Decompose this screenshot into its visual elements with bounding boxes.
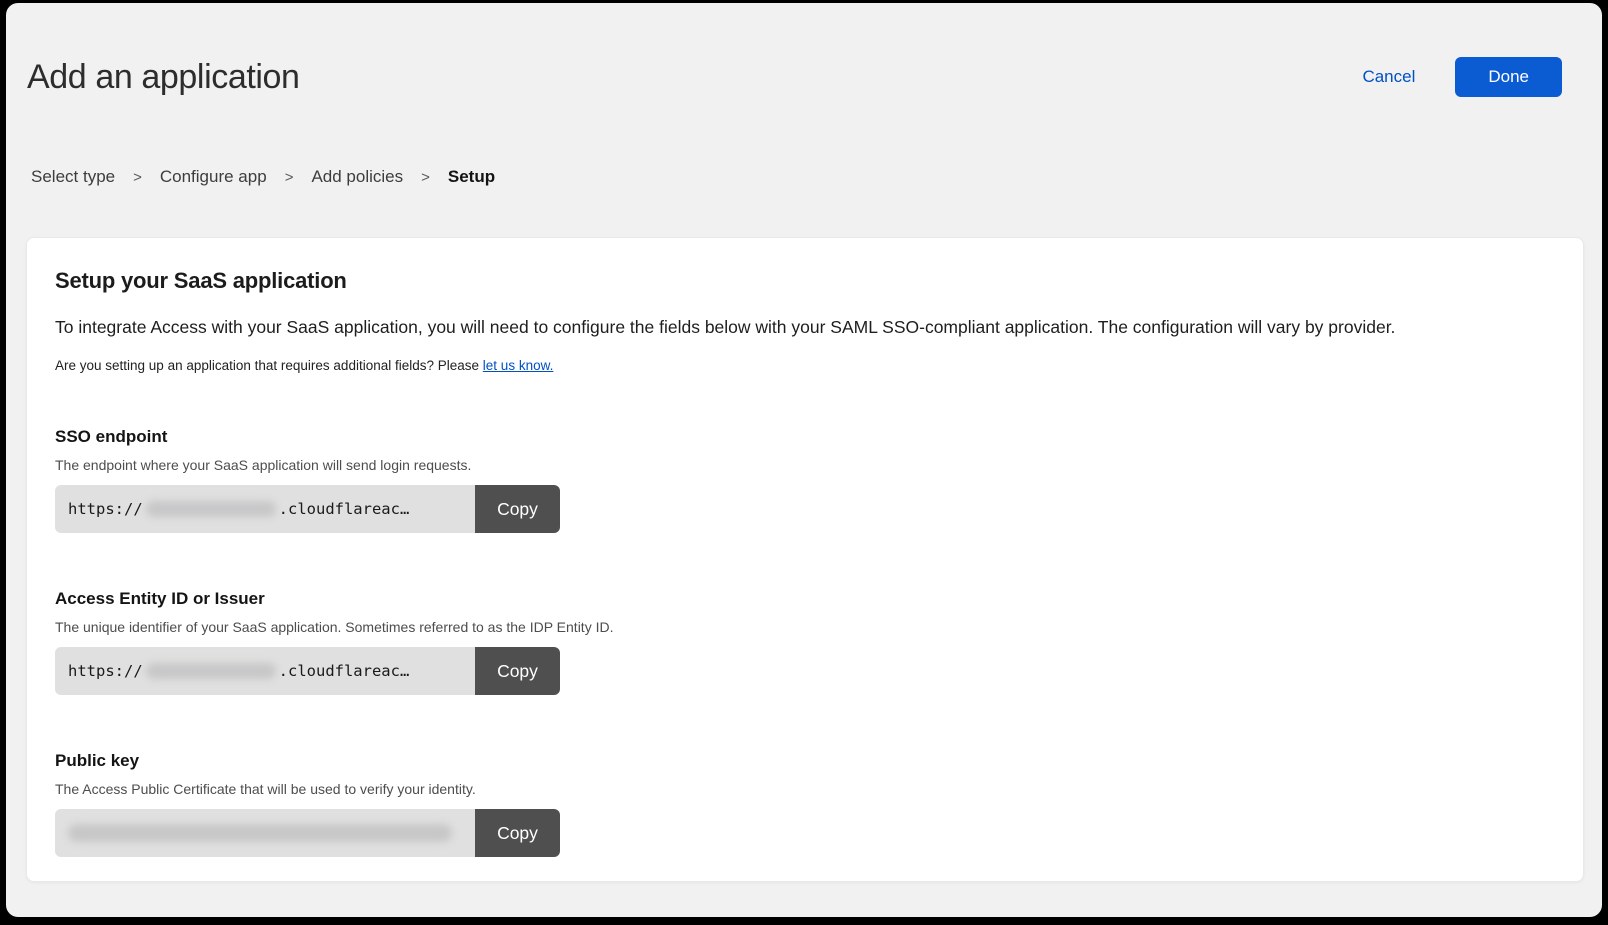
- sso-endpoint-description: The endpoint where your SaaS application…: [55, 457, 1555, 473]
- breadcrumb-separator: >: [421, 169, 430, 186]
- access-entity-id-value: https:// .cloudflareac…: [55, 647, 475, 695]
- sso-endpoint-value: https:// .cloudflareac…: [55, 485, 475, 533]
- redacted-value-blur: [146, 501, 276, 517]
- sso-endpoint-value-row: https:// .cloudflareac… Copy: [55, 485, 560, 533]
- breadcrumb: Select type > Configure app > Add polici…: [31, 167, 1602, 187]
- cancel-button[interactable]: Cancel: [1362, 67, 1415, 87]
- breadcrumb-step-add-policies[interactable]: Add policies: [311, 167, 403, 187]
- page-background: { "page": { "title": "Add an application…: [0, 0, 1608, 925]
- done-button[interactable]: Done: [1455, 57, 1562, 97]
- public-key-description: The Access Public Certificate that will …: [55, 781, 1555, 797]
- setup-card: Setup your SaaS application To integrate…: [26, 237, 1584, 882]
- dashboard-screen: Add an application Cancel Done Select ty…: [6, 3, 1602, 917]
- field-section-public-key: Public key The Access Public Certificate…: [55, 751, 1555, 857]
- sso-endpoint-copy-button[interactable]: Copy: [475, 485, 560, 533]
- card-note: Are you setting up an application that r…: [55, 358, 1555, 373]
- redacted-value-blur: [146, 663, 276, 679]
- sso-endpoint-value-prefix: https://: [68, 500, 143, 518]
- card-note-text: Are you setting up an application that r…: [55, 358, 479, 373]
- topbar-actions: Cancel Done: [1362, 57, 1562, 97]
- page-title: Add an application: [27, 58, 300, 97]
- access-entity-id-value-prefix: https://: [68, 662, 143, 680]
- sso-endpoint-label: SSO endpoint: [55, 427, 1555, 447]
- public-key-copy-button[interactable]: Copy: [475, 809, 560, 857]
- access-entity-id-value-suffix: .cloudflareac…: [279, 662, 410, 680]
- field-section-sso-endpoint: SSO endpoint The endpoint where your Saa…: [55, 427, 1555, 533]
- topbar: Add an application Cancel Done: [27, 57, 1562, 97]
- public-key-value: [55, 809, 475, 857]
- access-entity-id-description: The unique identifier of your SaaS appli…: [55, 619, 1555, 635]
- card-heading: Setup your SaaS application: [55, 268, 1555, 294]
- breadcrumb-separator: >: [133, 169, 142, 186]
- access-entity-id-label: Access Entity ID or Issuer: [55, 589, 1555, 609]
- breadcrumb-step-select-type[interactable]: Select type: [31, 167, 115, 187]
- public-key-value-row: Copy: [55, 809, 560, 857]
- card-description: To integrate Access with your SaaS appli…: [55, 316, 1555, 338]
- field-section-access-entity-id: Access Entity ID or Issuer The unique id…: [55, 589, 1555, 695]
- redacted-value-blur: [68, 824, 452, 842]
- breadcrumb-separator: >: [285, 169, 294, 186]
- public-key-label: Public key: [55, 751, 1555, 771]
- sso-endpoint-value-suffix: .cloudflareac…: [279, 500, 410, 518]
- breadcrumb-step-setup: Setup: [448, 167, 495, 187]
- breadcrumb-step-configure-app[interactable]: Configure app: [160, 167, 267, 187]
- access-entity-id-value-row: https:// .cloudflareac… Copy: [55, 647, 560, 695]
- access-entity-id-copy-button[interactable]: Copy: [475, 647, 560, 695]
- let-us-know-link[interactable]: let us know.: [483, 358, 554, 373]
